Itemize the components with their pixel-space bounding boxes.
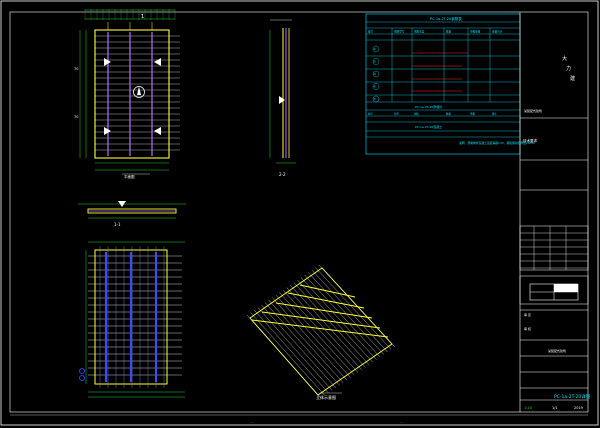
svg-text:—: — [400,420,403,424]
table-header-cell: 钢筋长度 [414,30,425,34]
embed-title: PC-1a-2T-20预埋件 [415,104,442,109]
lifting-point-icon [154,58,161,66]
section-1-1-label: 1-1 [114,222,121,227]
section-2-2-label: 2-2 [279,172,286,177]
iso-rebar [315,267,392,350]
svg-text:—: — [418,48,421,52]
embed-header-cell: 名称 [394,112,399,116]
iso-rebar [275,294,351,378]
company-char: 大 [562,55,567,62]
lifting-point-icon [154,127,161,135]
table-row-id: ① [374,47,377,51]
drawing-sheet: 1 70 70 平面图 2-2 1-1 立体示意图 PC-1a-2T-20钢筋表… [0,0,599,426]
plan-panel-outline [94,29,170,159]
iso-rebar [264,302,340,386]
iso-rebar [318,264,396,348]
svg-text:70: 70 [74,115,78,119]
svg-text:70: 70 [74,67,78,71]
svg-text:—: — [250,420,253,424]
concrete-title: PC-1a-2T-20混凝土 [415,124,442,129]
table-header-cell: 钢筋型号 [394,30,405,34]
section-2-2: 2-2 [269,19,296,177]
rebar-schedule-table: PC-1a-2T-20钢筋表 编号 钢筋型号 钢筋长度 数量 单根重量 重量合计 — ①②… [365,13,535,155]
iso-panel-outline [249,267,393,396]
company-char: 力 [566,65,571,72]
iso-rebar [254,309,329,394]
table-row-id: ② [374,60,377,64]
section-1-1: 1-1 [78,201,186,227]
iso-rebar [282,289,359,373]
tech-note: 技术要求 [523,138,537,143]
embed-header-cell: 备注 [492,112,497,116]
iso-rebar [304,274,381,358]
isometric-view: 立体示意图 [246,264,396,400]
drawing-number: PC-1a-2T-20详图 [554,393,591,400]
plan-top-dim: 1 [141,14,144,20]
project-name: 某装配式建筑 [524,108,542,113]
table-header-cell: 单根重量 [470,30,481,34]
table-title: PC-1a-2T-20钢筋表 [430,16,462,21]
company-char: 建 [570,75,575,82]
embed-header-cell: 数量 [446,112,451,116]
project-line: 某装配式建筑 [548,348,566,353]
table-row-id: ⑤ [374,97,377,101]
embed-header-cell: 编号 [368,112,373,116]
table-header-cell: 重量合计 [492,30,503,34]
plan-view-label: 平面图 [124,174,135,179]
scale-label: 1:20 [524,406,532,410]
iso-rebar [293,282,370,365]
embed-header-cell: 单重 [470,112,475,116]
rebar-grid-plan [79,241,185,398]
title-block-row-label: 审 核 [524,326,531,331]
page-label: 2019 [574,406,583,410]
table-header-cell: 数量 [446,30,452,34]
table-row-id: ④ [374,85,377,89]
iso-rebar [268,299,344,383]
sheet-label: 1/1 [552,406,558,410]
iso-rebar [272,297,348,381]
iso-view-label: 立体示意图 [316,394,336,400]
iso-rebar [311,269,388,353]
table-header-cell: 编号 [368,30,374,34]
table-row-id: ③ [374,72,377,76]
title-block-row-label: 审 定 [524,312,531,317]
title-block: 大 力 建 某装配式建筑 某装配式建筑 PC-1a-2T-20详图 1:20 1… [519,12,591,412]
plan-view: 1 70 70 平面图 [74,9,180,179]
embed-header-cell: 规格 [414,112,419,116]
